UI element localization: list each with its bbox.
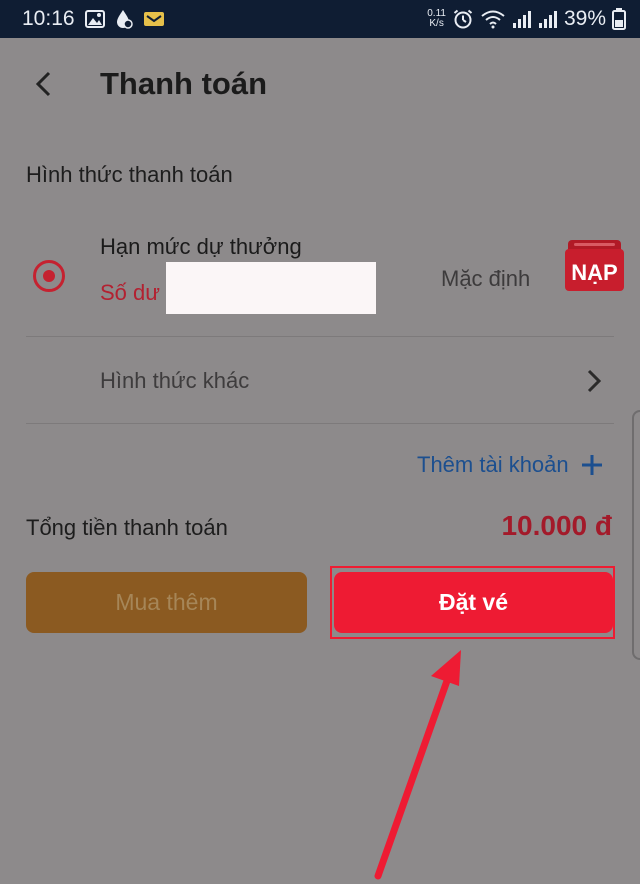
alarm-icon [452,8,474,30]
scrollbar[interactable] [632,410,640,660]
add-account-link[interactable]: Thêm tài khoản [417,452,603,478]
add-account-label: Thêm tài khoản [417,452,569,477]
total-value: 10.000 đ [501,510,612,541]
other-methods-row[interactable]: Hình thức khác [0,338,640,422]
annotation-arrow [374,650,461,880]
signal-2-icon [538,9,558,29]
chevron-right-icon [586,368,602,394]
battery-percent: 39% [563,7,606,30]
status-time: 10:16 [22,7,75,30]
topup-button[interactable]: NẠP [564,236,625,292]
redacted-balance [166,262,376,314]
radio-dot [43,270,55,282]
divider [26,423,614,424]
buy-more-button[interactable]: Mua thêm [26,572,307,633]
plus-icon [581,454,603,476]
battery-icon [612,8,626,30]
header: Thanh toán [0,40,640,130]
gallery-icon [84,10,105,28]
status-bar: 10:16 0.11 K/s 39% [0,0,640,38]
order-button[interactable]: Đặt vé [334,572,613,633]
total-label: Tổng tiền thanh toán [26,515,228,540]
net-speed: 0.11 K/s [427,9,446,29]
payment-method-row[interactable]: Hạn mức dự thưởng Số dư Mặc định NẠP [0,224,640,336]
divider [26,336,614,337]
wallet-icon: NẠP [565,240,624,291]
mail-icon [143,10,165,28]
back-button[interactable] [26,64,60,104]
payment-radio-selected[interactable] [33,260,65,292]
section-title: Hình thức thanh toán [26,162,233,187]
droplet-icon [115,9,133,29]
chevron-left-icon [34,70,52,98]
page-title: Thanh toán [100,66,268,101]
default-label: Mặc định [441,266,531,291]
wifi-icon [480,9,506,29]
net-speed-unit: K/s [429,18,444,29]
topup-label: NẠP [571,260,617,285]
other-methods-label: Hình thức khác [100,368,250,393]
payment-method-name: Hạn mức dự thưởng [100,234,302,259]
balance-label: Số dư [100,280,160,305]
signal-1-icon [512,9,532,29]
status-right: 0.11 K/s 39% [427,7,626,31]
status-left: 10:16 [22,7,165,31]
